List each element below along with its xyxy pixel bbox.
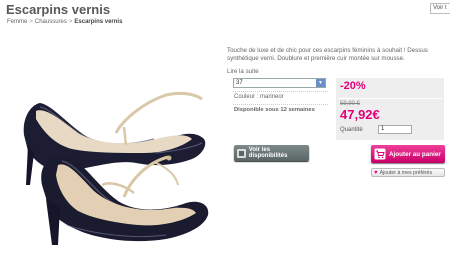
check-availability-button[interactable]: Voir les disponibilités <box>234 145 309 161</box>
add-to-favorites-button[interactable]: ♥ Ajouter à mes préférés <box>371 168 445 177</box>
divider <box>339 98 442 99</box>
color-label: Couleur : marineor <box>234 94 284 100</box>
shoe-illustration <box>23 91 209 245</box>
breadcrumb-separator: > <box>68 19 73 25</box>
breadcrumb: Femme > Chaussures > Escarpins vernis <box>7 19 122 25</box>
product-description: Touche de luxe et de chic pour ces escar… <box>227 47 428 62</box>
breadcrumb-separator: > <box>29 19 33 25</box>
page-header: Escarpins vernis Femme > Chaussures > Escarp… <box>0 0 450 38</box>
page-title: Escarpins vernis <box>6 2 111 17</box>
add-to-cart-label: Ajouter au panier <box>389 150 441 158</box>
product-image[interactable] <box>6 35 214 255</box>
check-availability-label: Voir les disponibilités <box>248 147 288 159</box>
chevron-down-icon[interactable]: ▼ <box>316 79 325 87</box>
add-to-favorites-label: Ajouter à mes préférés <box>379 169 433 176</box>
read-more-link[interactable]: Lire la suite <box>227 68 259 75</box>
divider <box>233 91 328 92</box>
voir-tout-button[interactable]: Voir t <box>430 3 450 14</box>
quantity-label: Quantité <box>340 127 363 133</box>
breadcrumb-item-chaussures[interactable]: Chaussures <box>35 19 67 25</box>
quantity-input[interactable]: 1 <box>378 125 412 134</box>
store-icon <box>237 148 246 158</box>
heart-icon: ♥ <box>374 169 378 176</box>
breadcrumb-item-current: Escarpins vernis <box>74 19 123 25</box>
add-to-cart-button[interactable]: Ajouter au panier <box>371 145 445 163</box>
breadcrumb-item-femme[interactable]: Femme <box>7 19 27 25</box>
cart-icon <box>374 148 386 160</box>
availability-text: Disponible sous 12 semaines <box>234 107 315 113</box>
discount-badge: -20% <box>340 80 366 92</box>
current-price: 47,92€ <box>340 107 380 122</box>
divider <box>233 104 328 105</box>
size-select-value: 37 <box>236 80 243 86</box>
size-select[interactable]: 37 ▼ <box>233 78 326 88</box>
